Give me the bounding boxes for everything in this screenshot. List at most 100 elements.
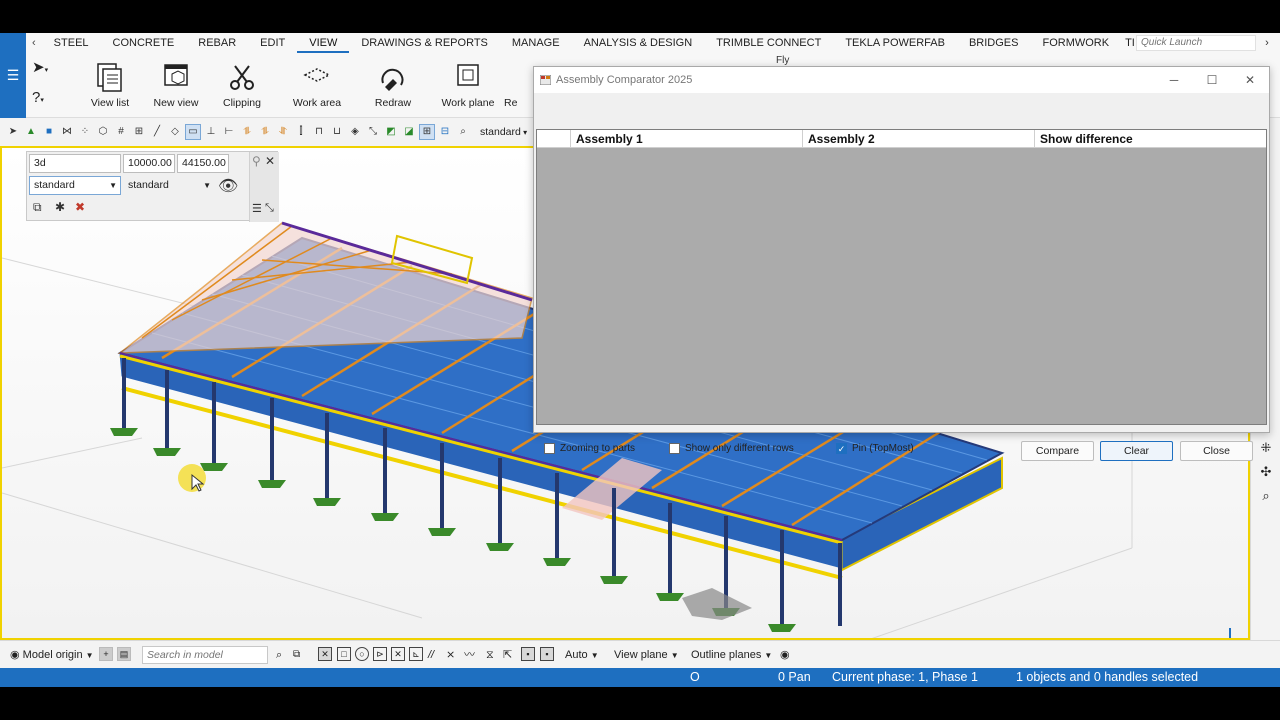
view-list-button[interactable]: View list	[78, 61, 142, 109]
snap-settings-icon[interactable]: ✣	[1258, 464, 1274, 480]
dialog-title-bar[interactable]: Assembly Comparator 2025 ─ ☐ ✕	[534, 67, 1269, 93]
clipping-button[interactable]: Clipping	[210, 61, 274, 109]
column-header-assembly-2[interactable]: Assembly 2	[802, 130, 1034, 148]
select-points-icon[interactable]: ⁘	[78, 125, 92, 139]
view-name-field[interactable]: 3d	[29, 154, 121, 173]
work-plane-button[interactable]: Work plane	[436, 61, 500, 109]
display-setting-dropdown[interactable]: standard ▼	[123, 176, 215, 195]
select-gridlines-icon[interactable]: ⊞	[132, 125, 146, 139]
grid-toggle-icon[interactable]: +	[99, 647, 113, 661]
tab-rebar[interactable]: REBAR	[186, 33, 248, 53]
view-cube-icon[interactable]: ⧉	[33, 200, 42, 215]
pin-panel-icon[interactable]: ⚲	[252, 154, 261, 168]
eye-icon[interactable]: 👁	[218, 176, 238, 196]
tab-bridges[interactable]: BRIDGES	[957, 33, 1031, 53]
close-icon[interactable]: ✕	[1231, 67, 1269, 93]
tab-steel[interactable]: STEEL	[42, 33, 101, 53]
select-line-icon[interactable]: ╱	[150, 125, 164, 139]
select-rebar-group-icon[interactable]: ⥮	[258, 125, 272, 139]
list-icon[interactable]: ☰	[252, 202, 262, 215]
select-planes-icon[interactable]: ⤡	[366, 125, 380, 139]
close-panel-icon[interactable]: ✕	[265, 154, 275, 168]
select-by-filter-icon[interactable]: ⌕	[456, 125, 470, 139]
view-depth-down-field[interactable]: 44150.00	[177, 154, 229, 173]
snap-edges-icon[interactable]: ▪	[540, 647, 554, 661]
zooming-to-parts-checkbox[interactable]: Zooming to parts	[544, 442, 635, 456]
selection-filter-dropdown[interactable]: standard ▾	[480, 126, 527, 138]
fly-button[interactable]: Fly	[776, 55, 789, 66]
comparison-grid[interactable]: Assembly 1 Assembly 2 Show difference	[536, 129, 1267, 425]
tab-trimble-connect[interactable]: TRIMBLE CONNECT	[704, 33, 833, 53]
select-components-icon[interactable]: ▲	[24, 125, 38, 139]
select-bolts-icon[interactable]: ⊥	[204, 125, 218, 139]
tab-tekla-powerfab[interactable]: TEKLA POWERFAB	[833, 33, 957, 53]
partial-ribbon-button[interactable]: Re	[504, 61, 534, 109]
tab-manage[interactable]: MANAGE	[500, 33, 572, 53]
properties-pane-icon[interactable]: ⁜	[1258, 440, 1274, 456]
select-reference-icon[interactable]: ⫿	[294, 125, 308, 139]
select-objects-in-assemblies-icon[interactable]: ◪	[402, 125, 416, 139]
select-strands-icon[interactable]: ⥯	[276, 125, 290, 139]
visibility-icon[interactable]: ◉	[780, 646, 790, 664]
snap-parts-icon[interactable]: ▪	[521, 647, 535, 661]
select-all-icon[interactable]: ➤	[6, 125, 20, 139]
close-button[interactable]: Close	[1180, 441, 1253, 461]
model-origin-dropdown[interactable]: ◉ Model origin ▼	[10, 646, 94, 664]
select-single-bolt-icon[interactable]: ⊢	[222, 125, 236, 139]
view-filter-dropdown[interactable]: standard ▼	[29, 176, 121, 195]
tab-view[interactable]: VIEW	[297, 33, 350, 53]
minimize-icon[interactable]: ─	[1155, 67, 1193, 93]
select-surface-icon[interactable]: ◇	[168, 125, 182, 139]
inquire-icon[interactable]: ⌕	[1258, 488, 1274, 504]
work-plane-toggle-icon[interactable]: ▤	[117, 647, 131, 661]
snap-free-icon[interactable]: 〰	[464, 646, 475, 664]
collapse-icon[interactable]: ⤡	[265, 202, 274, 215]
search-in-model-input[interactable]	[142, 646, 268, 664]
select-pour-icon[interactable]: ⊓	[312, 125, 326, 139]
select-arrow-icon[interactable]: ➤▾	[26, 53, 66, 83]
compare-button[interactable]: Compare	[1021, 441, 1094, 461]
select-welds-icon[interactable]: ⋈	[60, 125, 74, 139]
search-options-icon[interactable]: ⧉	[293, 646, 300, 664]
pin-topmost-checkbox[interactable]: ✓ Pin (TopMost)	[836, 442, 914, 456]
view-plane-dropdown[interactable]: View plane ▼	[614, 646, 679, 664]
show-only-different-rows-checkbox[interactable]: Show only different rows	[669, 442, 794, 456]
tab-scroll-left-icon[interactable]: ‹	[26, 37, 42, 49]
remove-view-icon[interactable]: ✱	[55, 200, 65, 214]
auto-dropdown[interactable]: Auto ▼	[565, 646, 599, 664]
select-layers-icon[interactable]: ◈	[348, 125, 362, 139]
snap-line-extensions-icon[interactable]: //	[428, 646, 434, 664]
select-objects-in-components-icon[interactable]: ◩	[384, 125, 398, 139]
outline-planes-dropdown[interactable]: Outline planes ▼	[691, 646, 772, 664]
tab-truncated[interactable]: TI	[1121, 33, 1137, 53]
select-assembly-icon[interactable]: ⊔	[330, 125, 344, 139]
snap-perpendicular-icon[interactable]: ⊾	[409, 647, 423, 661]
snap-intersections-icon[interactable]: ✕	[391, 647, 405, 661]
tab-formwork[interactable]: FORMWORK	[1030, 33, 1121, 53]
tab-concrete[interactable]: CONCRETE	[101, 33, 187, 53]
select-components-mode-icon[interactable]: ⊞	[419, 124, 435, 140]
quick-launch-arrow-icon[interactable]: ›	[1260, 35, 1274, 51]
work-area-button[interactable]: Work area	[285, 61, 349, 109]
snap-reference-lines-icon[interactable]: ✕	[318, 647, 332, 661]
select-cuts-icon[interactable]: ⬡	[96, 125, 110, 139]
tab-drawings-reports[interactable]: DRAWINGS & REPORTS	[349, 33, 500, 53]
clear-filter-icon[interactable]: ✖	[75, 200, 85, 214]
maximize-icon[interactable]: ☐	[1193, 67, 1231, 93]
snap-midpoints-icon[interactable]: ⊳	[373, 647, 387, 661]
redraw-button[interactable]: Redraw	[361, 61, 425, 109]
search-icon[interactable]: ⌕	[276, 646, 282, 664]
snap-custom-icon[interactable]: ⇱	[503, 646, 512, 664]
select-views-icon[interactable]: ▭	[185, 124, 201, 140]
file-menu-button[interactable]: ☰	[0, 33, 26, 118]
select-grids-icon[interactable]: #	[114, 125, 128, 139]
select-parts-icon[interactable]: ■	[42, 125, 56, 139]
tab-edit[interactable]: EDIT	[248, 33, 297, 53]
select-nested-icon[interactable]: ⊟	[438, 125, 452, 139]
column-header-assembly-1[interactable]: Assembly 1	[570, 130, 802, 148]
column-header-show-difference[interactable]: Show difference	[1034, 130, 1268, 148]
snap-geometry-lines-icon[interactable]: □	[337, 647, 351, 661]
clear-button[interactable]: Clear	[1100, 441, 1173, 461]
view-depth-up-field[interactable]: 10000.00	[123, 154, 175, 173]
snap-center-icon[interactable]: ○	[355, 647, 369, 661]
